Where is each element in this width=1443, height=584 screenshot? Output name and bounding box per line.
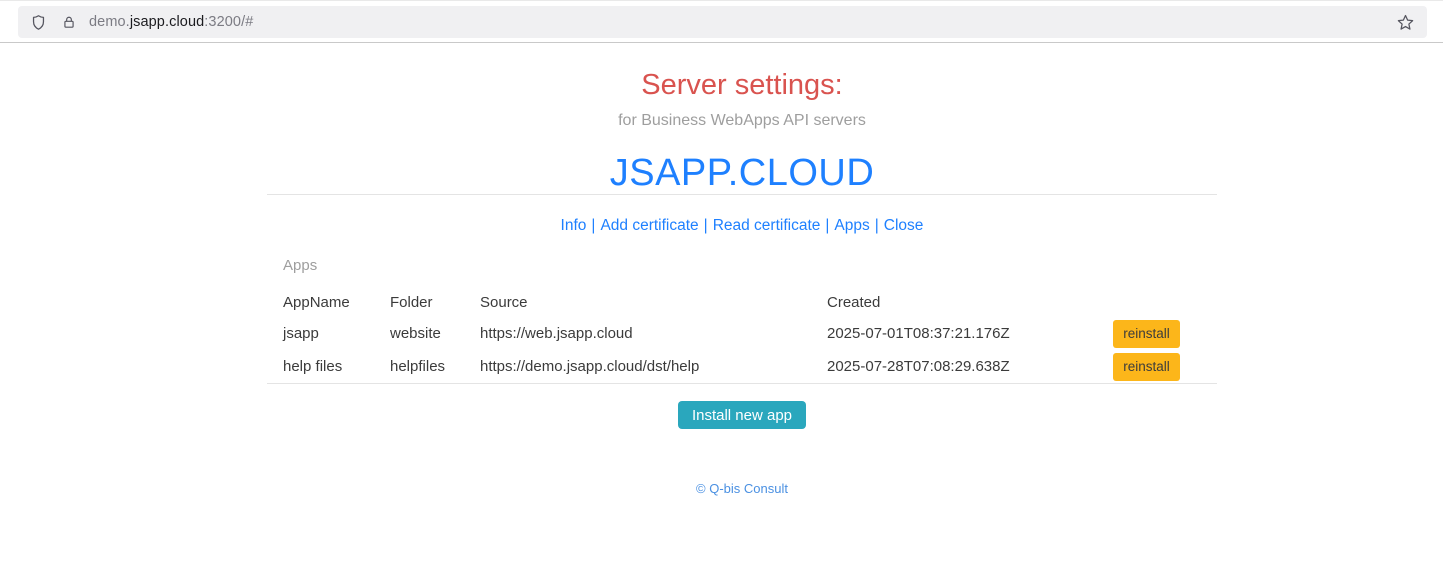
url-domain: jsapp.cloud	[130, 14, 204, 30]
reinstall-button[interactable]: reinstall	[1113, 320, 1180, 348]
lock-icon[interactable]	[62, 14, 76, 31]
nav-link-info[interactable]: Info	[561, 217, 587, 234]
page-title: Server settings:	[267, 69, 1217, 101]
nav-separator: |	[591, 217, 595, 234]
install-row: Install new app	[267, 401, 1217, 429]
nav-menu: Info|Add certificate|Read certificate|Ap…	[267, 216, 1217, 235]
divider-bottom	[267, 383, 1217, 384]
browser-toolbar: demo.jsapp.cloud:3200/#	[0, 0, 1443, 43]
shield-icon[interactable]	[30, 13, 47, 32]
page-footer: © Q-bis Consult	[267, 481, 1217, 496]
page-subtitle: for Business WebApps API servers	[267, 112, 1217, 130]
app-name: jsapp	[283, 317, 390, 350]
divider-top	[267, 194, 1217, 195]
column-header-folder: Folder	[390, 287, 480, 317]
page-content: Server settings: for Business WebApps AP…	[267, 43, 1217, 496]
reinstall-button[interactable]: reinstall	[1113, 353, 1180, 381]
app-actions: reinstall	[1113, 350, 1180, 383]
nav-link-apps[interactable]: Apps	[834, 217, 869, 234]
column-header-source: Source	[480, 287, 827, 317]
app-source: https://web.jsapp.cloud	[480, 317, 827, 350]
app-folder: website	[390, 317, 480, 350]
app-folder: helpfiles	[390, 350, 480, 383]
nav-separator: |	[704, 217, 708, 234]
url-text[interactable]: demo.jsapp.cloud:3200/#	[89, 14, 253, 30]
nav-separator: |	[825, 217, 829, 234]
url-port-path: :3200/#	[204, 14, 253, 30]
apps-section-label: Apps	[267, 257, 1217, 274]
url-subdomain: demo.	[89, 14, 130, 30]
nav-separator: |	[875, 217, 879, 234]
nav-link-read-certificate[interactable]: Read certificate	[713, 217, 821, 234]
app-name: help files	[283, 350, 390, 383]
app-source: https://demo.jsapp.cloud/dst/help	[480, 350, 827, 383]
column-header-actions	[1113, 287, 1180, 317]
column-header-created: Created	[827, 287, 1113, 317]
column-header-appname: AppName	[283, 287, 390, 317]
nav-link-add-certificate[interactable]: Add certificate	[600, 217, 698, 234]
footer-link[interactable]: © Q-bis Consult	[696, 481, 788, 496]
app-actions: reinstall	[1113, 317, 1180, 350]
install-new-app-button[interactable]: Install new app	[678, 401, 806, 429]
nav-link-close[interactable]: Close	[884, 217, 924, 234]
site-title: JSAPP.CLOUD	[267, 152, 1217, 194]
bookmark-star-icon[interactable]	[1396, 13, 1415, 32]
app-created: 2025-07-28T07:08:29.638Z	[827, 350, 1113, 383]
address-bar[interactable]: demo.jsapp.cloud:3200/#	[18, 6, 1427, 38]
apps-table: AppName Folder Source Created jsapp webs…	[283, 287, 1180, 383]
app-created: 2025-07-01T08:37:21.176Z	[827, 317, 1113, 350]
